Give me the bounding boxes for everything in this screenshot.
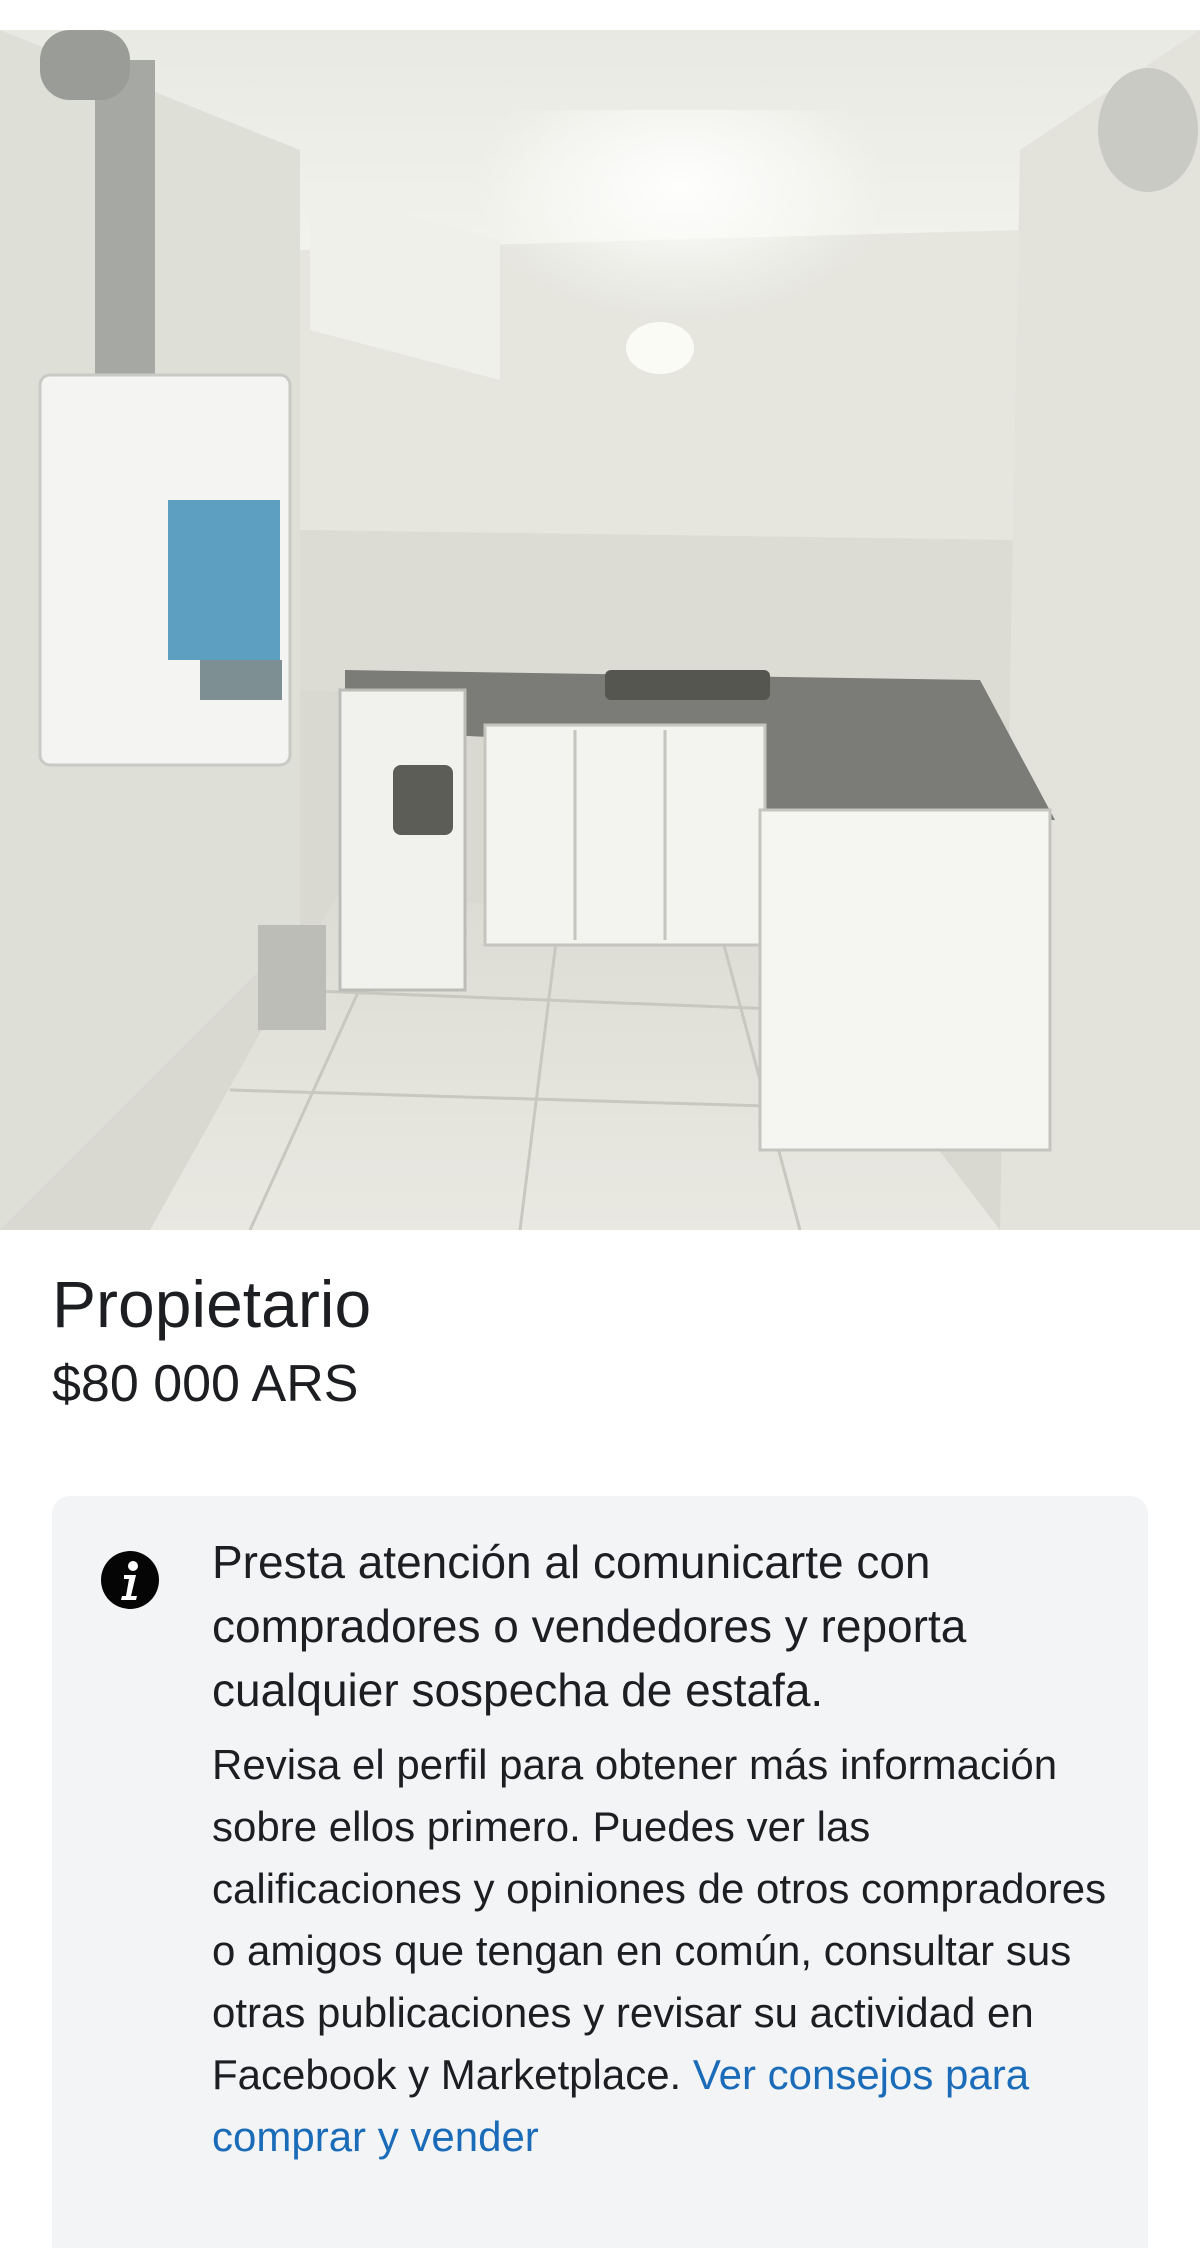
top-strip bbox=[0, 0, 1200, 30]
kitchen-photo bbox=[0, 30, 1200, 1230]
safety-notice-text: Presta atención al comunicarte con compr… bbox=[212, 1530, 1112, 2168]
listing-photo[interactable] bbox=[0, 30, 1200, 1230]
info-icon bbox=[100, 1550, 160, 1610]
safety-notice-card: Presta atención al comunicarte con compr… bbox=[52, 1496, 1148, 2248]
safety-notice-body-text: Revisa el perfil para obtener más inform… bbox=[212, 1741, 1107, 2098]
safety-notice-heading: Presta atención al comunicarte con compr… bbox=[212, 1536, 967, 1716]
safety-notice-body: Revisa el perfil para obtener más inform… bbox=[212, 1734, 1112, 2168]
listing-title: Propietario bbox=[52, 1267, 372, 1341]
marketplace-listing-page: Propietario $80 000 ARS Presta atención … bbox=[0, 0, 1200, 2248]
listing-price: $80 000 ARS bbox=[52, 1355, 359, 1413]
